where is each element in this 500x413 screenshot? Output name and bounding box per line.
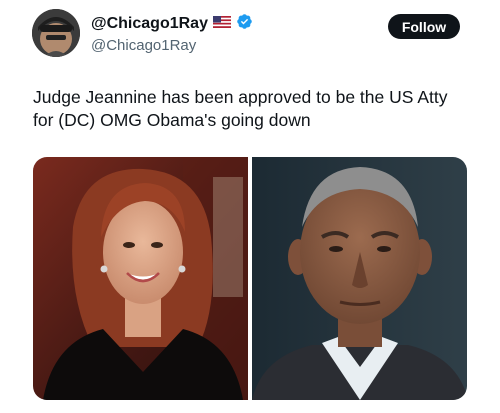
user-handle[interactable]: @Chicago1Ray	[91, 37, 253, 54]
tweet-card: @Chicago1Ray @Chicago1Ray Follow Judge J…	[0, 0, 500, 413]
media-image-right[interactable]	[251, 157, 467, 400]
tweet-media[interactable]	[33, 157, 467, 400]
follow-button[interactable]: Follow	[388, 14, 460, 39]
display-name[interactable]: @Chicago1Ray	[91, 15, 208, 33]
avatar[interactable]	[32, 9, 80, 57]
avatar-image	[32, 9, 80, 57]
tweet-text: Judge Jeannine has been approved to be t…	[33, 87, 448, 130]
media-image-left[interactable]	[33, 157, 249, 400]
name-row: @Chicago1Ray	[91, 13, 253, 35]
verified-badge-icon	[236, 13, 253, 35]
user-info: @Chicago1Ray @Chicago1Ray	[91, 13, 253, 54]
us-flag-icon	[212, 15, 231, 33]
